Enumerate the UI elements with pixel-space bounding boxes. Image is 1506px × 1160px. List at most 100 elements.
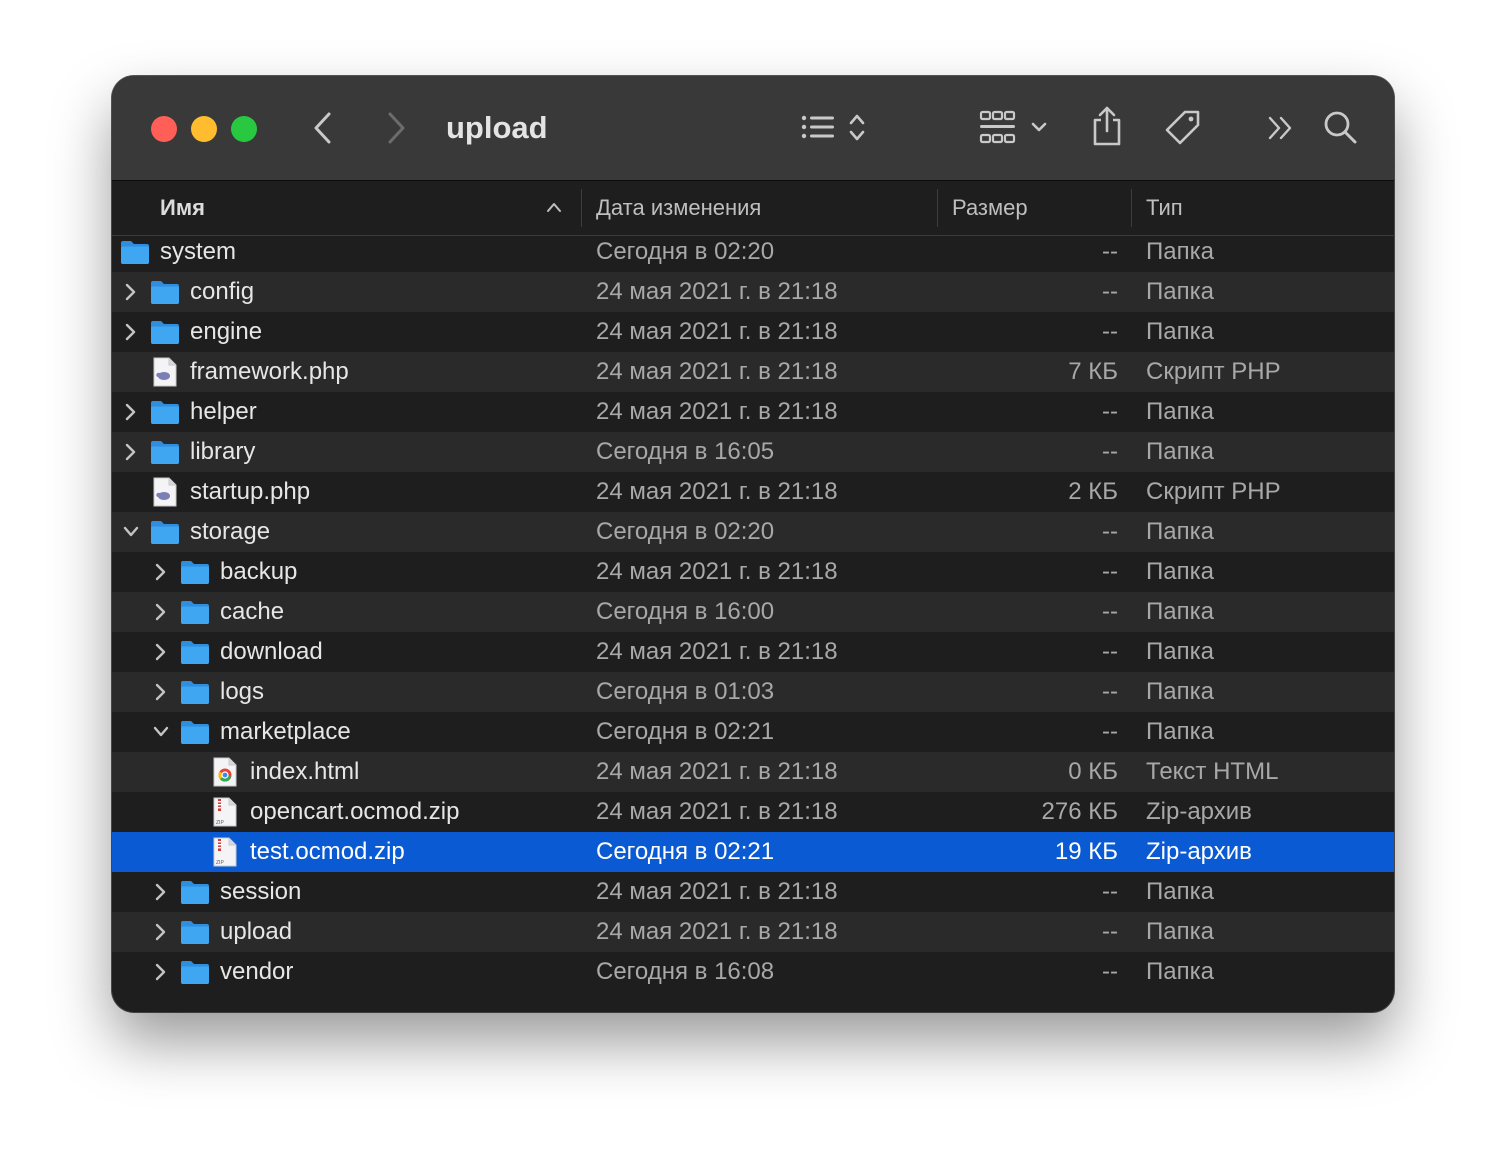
file-type: Папка [1146, 278, 1214, 305]
disclosure-collapsed-icon[interactable] [152, 963, 170, 981]
disclosure-collapsed-icon[interactable] [152, 603, 170, 621]
zoom-button[interactable] [231, 116, 257, 142]
file-type: Папка [1146, 318, 1214, 345]
file-size: -- [1102, 878, 1118, 905]
folder-icon [181, 961, 209, 984]
file-type: Папка [1146, 558, 1214, 585]
column-separator[interactable] [1131, 189, 1132, 227]
minimize-button[interactable] [191, 116, 217, 142]
disclosure-collapsed-icon[interactable] [122, 283, 140, 301]
file-row[interactable]: backup 24 мая 2021 г. в 21:18 -- Папка [112, 552, 1394, 592]
file-row[interactable]: marketplace Сегодня в 02:21 -- Папка [112, 712, 1394, 752]
zip-file-icon: ZIP [213, 837, 237, 867]
file-type: Папка [1146, 918, 1214, 945]
disclosure-expanded-icon[interactable] [122, 523, 140, 541]
file-row[interactable]: config 24 мая 2021 г. в 21:18 -- Папка [112, 272, 1394, 312]
file-type: Папка [1146, 638, 1214, 665]
file-name: logs [220, 678, 265, 705]
file-size: 276 КБ [1041, 798, 1118, 825]
disclosure-collapsed-icon[interactable] [122, 403, 140, 421]
folder-icon [181, 881, 209, 904]
file-type: Папка [1146, 238, 1214, 265]
file-name: engine [190, 318, 263, 345]
group-grid-icon[interactable] [978, 109, 1050, 147]
file-row[interactable]: download 24 мая 2021 г. в 21:18 -- Папка [112, 632, 1394, 672]
column-separator[interactable] [581, 189, 582, 227]
close-button[interactable] [151, 116, 177, 142]
more-chevrons-icon[interactable] [1266, 114, 1296, 142]
file-type: Zip-архив [1146, 838, 1252, 865]
file-date: Сегодня в 01:03 [596, 678, 775, 705]
file-row[interactable]: cache Сегодня в 16:00 -- Папка [112, 592, 1394, 632]
file-row[interactable]: upload 24 мая 2021 г. в 21:18 -- Папка [112, 912, 1394, 952]
file-row[interactable]: ZIP opencart.ocmod.zip 24 мая 2021 г. в 21… [112, 792, 1394, 832]
disclosure-collapsed-icon[interactable] [152, 683, 170, 701]
folder-icon [151, 401, 179, 424]
disclosure-collapsed-icon[interactable] [152, 643, 170, 661]
file-date: Сегодня в 02:20 [596, 518, 775, 545]
file-row[interactable]: helper 24 мая 2021 г. в 21:18 -- Папка [112, 392, 1394, 432]
column-size-header[interactable]: Размер [952, 181, 1028, 235]
back-chevron-icon[interactable] [310, 111, 336, 145]
disclosure-collapsed-icon[interactable] [152, 923, 170, 941]
disclosure-collapsed-icon[interactable] [152, 883, 170, 901]
column-header: Имя Дата изменения Размер Тип [112, 181, 1394, 236]
search-icon[interactable] [1323, 110, 1359, 146]
disclosure-expanded-icon[interactable] [152, 723, 170, 741]
list-view-icon[interactable] [800, 113, 870, 145]
disclosure-collapsed-icon[interactable] [122, 443, 140, 461]
toolbar: upload [112, 76, 1394, 181]
php-file-icon [153, 357, 177, 387]
disclosure-collapsed-icon[interactable] [122, 323, 140, 341]
folder-icon [181, 921, 209, 944]
file-type: Текст HTML [1146, 758, 1279, 785]
window-title: upload [446, 110, 548, 145]
sort-ascending-icon [547, 203, 561, 212]
file-date: Сегодня в 16:00 [596, 598, 775, 625]
file-row[interactable]: storage Сегодня в 02:20 -- Папка [112, 512, 1394, 552]
folder-icon [181, 681, 209, 704]
column-separator[interactable] [937, 189, 938, 227]
file-row[interactable]: session 24 мая 2021 г. в 21:18 -- Папка [112, 872, 1394, 912]
file-size: -- [1102, 558, 1118, 585]
forward-chevron-icon[interactable] [383, 111, 409, 145]
file-date: 24 мая 2021 г. в 21:18 [596, 918, 838, 945]
file-date: Сегодня в 02:20 [596, 238, 775, 265]
file-row[interactable]: logs Сегодня в 01:03 -- Папка [112, 672, 1394, 712]
file-name: index.html [250, 758, 360, 785]
file-size: -- [1102, 238, 1118, 265]
zip-file-icon: ZIP [213, 797, 237, 827]
file-row[interactable]: framework.php 24 мая 2021 г. в 21:18 7 КБ С… [112, 352, 1394, 392]
php-file-icon [153, 477, 177, 507]
file-date: Сегодня в 16:05 [596, 438, 775, 465]
share-icon[interactable] [1090, 105, 1124, 147]
file-row[interactable]: system Сегодня в 02:20 -- Папка [112, 232, 1394, 272]
file-row[interactable]: startup.php 24 мая 2021 г. в 21:18 2 КБ Скр… [112, 472, 1394, 512]
column-type-header[interactable]: Тип [1146, 181, 1183, 235]
file-size: -- [1102, 318, 1118, 345]
file-size: -- [1102, 678, 1118, 705]
file-row[interactable]: index.html 24 мая 2021 г. в 21:18 0 КБ Текс… [112, 752, 1394, 792]
file-date: 24 мая 2021 г. в 21:18 [596, 798, 838, 825]
file-row[interactable]: engine 24 мая 2021 г. в 21:18 -- Папка [112, 312, 1394, 352]
file-type: Папка [1146, 718, 1214, 745]
file-date: 24 мая 2021 г. в 21:18 [596, 358, 838, 385]
file-row[interactable]: ZIP test.ocmod.zip Сегодня в 02:21 19 КБ Zip… [112, 832, 1394, 872]
file-size: -- [1102, 718, 1118, 745]
file-type: Папка [1146, 958, 1214, 985]
file-size: -- [1102, 438, 1118, 465]
file-name: download [220, 638, 323, 665]
file-date: Сегодня в 02:21 [596, 718, 775, 745]
file-row[interactable]: library Сегодня в 16:05 -- Папка [112, 432, 1394, 472]
disclosure-collapsed-icon[interactable] [152, 563, 170, 581]
file-date: 24 мая 2021 г. в 21:18 [596, 758, 838, 785]
file-row[interactable]: vendor Сегодня в 16:08 -- Папка [112, 952, 1394, 992]
file-date: 24 мая 2021 г. в 21:18 [596, 318, 838, 345]
file-size: -- [1102, 638, 1118, 665]
column-date-header[interactable]: Дата изменения [596, 181, 761, 235]
column-name-header[interactable]: Имя [160, 181, 205, 235]
tag-icon[interactable] [1163, 108, 1203, 148]
file-type: Папка [1146, 598, 1214, 625]
file-date: 24 мая 2021 г. в 21:18 [596, 398, 838, 425]
file-type: Zip-архив [1146, 798, 1252, 825]
